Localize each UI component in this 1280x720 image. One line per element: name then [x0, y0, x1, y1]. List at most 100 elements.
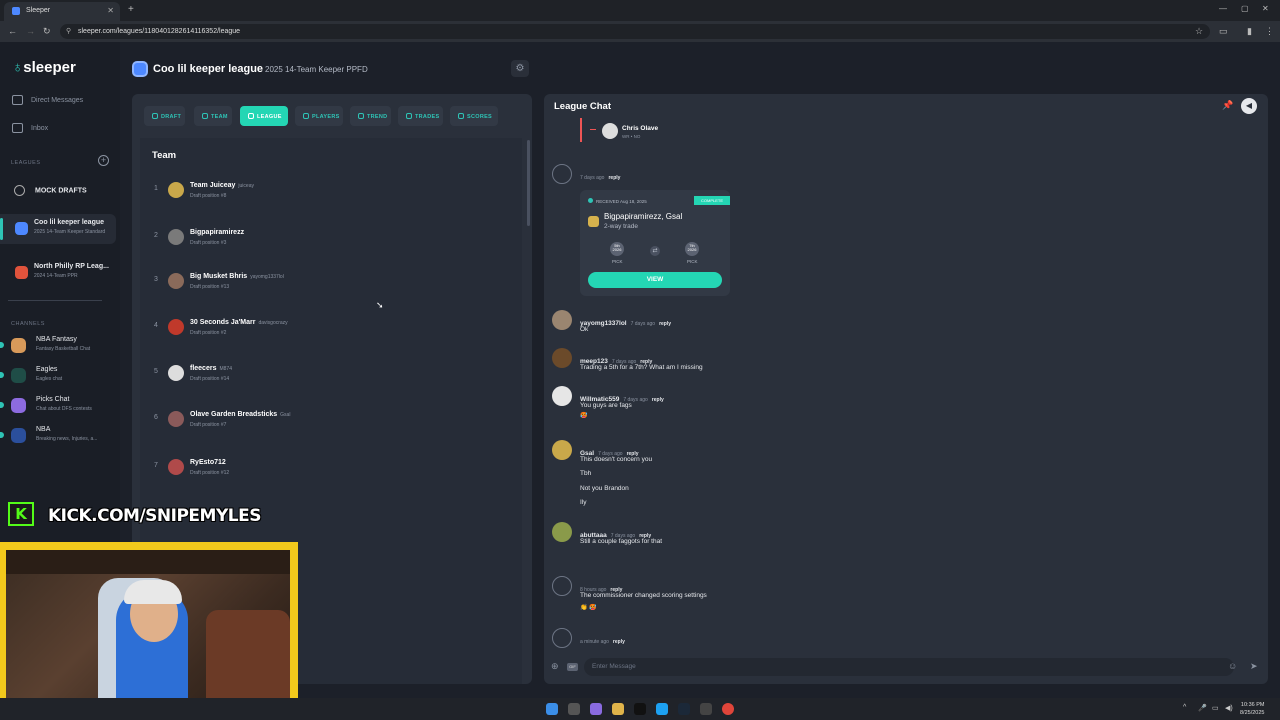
sleeper-logo[interactable]: ♁sleeper	[12, 59, 76, 76]
new-tab-icon[interactable]: +	[128, 4, 134, 15]
chrome-icon[interactable]	[722, 703, 734, 715]
trade-card[interactable]: RECEIVED Aug 18, 2025 COMPLETE Bigpapira…	[580, 190, 730, 296]
copilot-icon[interactable]	[590, 703, 602, 715]
twitter-icon[interactable]	[656, 703, 668, 715]
reply-link[interactable]: reply	[608, 175, 620, 181]
add-league-icon[interactable]: +	[98, 155, 109, 166]
channel-nba-fantasy[interactable]: NBA Fantasy Fantasy Basketball Chat	[0, 334, 116, 358]
avatar	[168, 365, 184, 381]
sidebar-league-north-philly[interactable]: North Philly RP Leag... 2024 14-Team PPR	[0, 258, 116, 288]
url-field[interactable]: ⚲ sleeper.com/leagues/118040128261411635…	[60, 24, 1210, 39]
team-username: juiceay	[238, 183, 254, 189]
tab-league[interactable]: LEAGUE	[240, 106, 288, 126]
team-list-scrollbar[interactable]	[527, 140, 530, 226]
reload-icon[interactable]: ↻	[43, 26, 51, 37]
tiktok-icon[interactable]	[634, 703, 646, 715]
channel-picks-chat[interactable]: Picks Chat Chat about DFS contests	[0, 394, 116, 418]
tab-trades[interactable]: TRADES	[398, 106, 443, 126]
row-number: 4	[154, 322, 158, 329]
obs-icon[interactable]	[700, 703, 712, 715]
cast-icon[interactable]: ▭	[1219, 26, 1228, 37]
avatar[interactable]	[552, 310, 572, 330]
tab-players[interactable]: PLAYERS	[295, 106, 343, 126]
trade-type: 2-way trade	[604, 223, 638, 230]
reaction-emoji[interactable]: 🥵	[580, 412, 587, 419]
league-settings-gear-icon[interactable]: ⚙	[511, 60, 529, 77]
send-icon[interactable]: ➤	[1250, 661, 1258, 672]
direct-messages-link[interactable]: Direct Messages	[12, 95, 83, 105]
draft-position: Draft position #3	[190, 240, 227, 246]
emoji-icon[interactable]: ☺	[1228, 661, 1237, 671]
team-row[interactable]: 1 Team Juiceay juiceay Draft position #8	[140, 178, 510, 218]
channel-nba[interactable]: NBA Breaking news, Injuries, a...	[0, 424, 116, 448]
tray-chevron-icon[interactable]: ^	[1183, 704, 1186, 711]
search-icon[interactable]	[568, 703, 580, 715]
avatar[interactable]	[552, 386, 572, 406]
minimize-icon[interactable]: —	[1219, 4, 1227, 13]
picks-chat-icon	[11, 398, 26, 413]
team-section-title: Team	[152, 150, 177, 161]
close-tab-icon[interactable]: ✕	[107, 6, 114, 15]
team-row[interactable]: 3 Big Musket Bhris yayomg1337lol Draft posi…	[140, 269, 510, 309]
menu-dots-icon[interactable]: ⋮	[1265, 26, 1274, 37]
chat-bubble-icon	[12, 95, 23, 105]
trade-icon	[588, 216, 599, 227]
nba-icon	[11, 428, 26, 443]
speaker-icon[interactable]: ◀	[1241, 98, 1257, 114]
forward-icon[interactable]: →	[26, 26, 35, 36]
site-info-icon[interactable]: ⚲	[66, 27, 71, 35]
pin-icon[interactable]: 📌	[1222, 100, 1233, 111]
taskbar-clock[interactable]: 10:36 PM 8/25/2025	[1240, 701, 1264, 717]
inbox-link[interactable]: Inbox	[12, 123, 48, 133]
tab-trend[interactable]: TREND	[350, 106, 391, 126]
avatar[interactable]	[552, 522, 572, 542]
avatar[interactable]	[552, 440, 572, 460]
profile-icon[interactable]: ▮	[1247, 26, 1252, 37]
volume-icon[interactable]: ◀)	[1225, 704, 1233, 712]
channel-eagles[interactable]: Eagles Eagles chat	[0, 364, 116, 388]
row-number: 6	[154, 414, 158, 421]
team-row[interactable]: 4 30 Seconds Ja'Marr davisgocrazy Draft pos…	[140, 315, 510, 355]
reply-link[interactable]: reply	[613, 639, 625, 645]
tab-team[interactable]: TEAM	[194, 106, 232, 126]
reaction-emoji[interactable]: 👏 🥵	[580, 604, 597, 611]
team-row[interactable]: 7 RyEsto712 Draft position #12	[140, 455, 510, 495]
team-row[interactable]: 2 Bigpapiramirezz Draft position #3	[140, 225, 510, 265]
draft-position: Draft position #7	[190, 422, 227, 428]
row-number: 3	[154, 276, 158, 283]
tab-scores[interactable]: SCORES	[450, 106, 498, 126]
row-number: 7	[154, 462, 158, 469]
file-explorer-icon[interactable]	[612, 703, 624, 715]
sidebar-league-coo-lil[interactable]: Coo lil keeper league 2025 14-Team Keepe…	[0, 214, 116, 244]
team-row[interactable]: 5 fleecers M874 Draft position #14	[140, 361, 510, 401]
webcam-feed	[6, 550, 290, 710]
scores-icon	[458, 113, 464, 119]
close-window-icon[interactable]: ✕	[1262, 4, 1269, 13]
message-text: Trading a 5th for a 7th? What am I missi…	[580, 364, 703, 371]
add-attachment-icon[interactable]: ⊕	[551, 661, 559, 672]
maximize-icon[interactable]: ▢	[1241, 4, 1249, 13]
channel-sub: Breaking news, Injuries, a...	[36, 436, 98, 442]
browser-tab[interactable]: Sleeper ✕	[4, 2, 120, 21]
team-row[interactable]: 6 Olave Garden Breadsticks Gsal Draft posit…	[140, 407, 510, 447]
network-icon[interactable]: ▭	[1212, 704, 1219, 712]
view-trade-button[interactable]: VIEW	[588, 272, 722, 288]
gif-button[interactable]: GIF	[567, 663, 578, 671]
team-name: Bigpapiramirezz	[190, 229, 244, 236]
back-icon[interactable]: ←	[8, 26, 17, 36]
message-input[interactable]: Enter Message	[584, 658, 1234, 676]
league-subtitle: 2025 14-Team Keeper PPFD	[265, 65, 368, 74]
steam-icon[interactable]	[678, 703, 690, 715]
tab-draft[interactable]: DRAFT	[144, 106, 185, 126]
start-icon[interactable]	[546, 703, 558, 715]
league-chat-panel: League Chat 📌 ◀ Chris Olave WR • NO 7 da…	[544, 94, 1268, 684]
mic-icon[interactable]: 🎤	[1198, 704, 1207, 712]
draft-position: Draft position #14	[190, 376, 230, 382]
tab-label: SCORES	[467, 114, 493, 120]
reply-link[interactable]: reply	[652, 397, 664, 403]
reply-link[interactable]: reply	[659, 321, 671, 327]
avatar[interactable]	[552, 348, 572, 368]
mock-drafts-link[interactable]: MOCK DRAFTS	[14, 185, 87, 196]
bookmark-star-icon[interactable]: ☆	[1195, 26, 1203, 37]
status-badge: COMPLETE	[694, 196, 730, 205]
